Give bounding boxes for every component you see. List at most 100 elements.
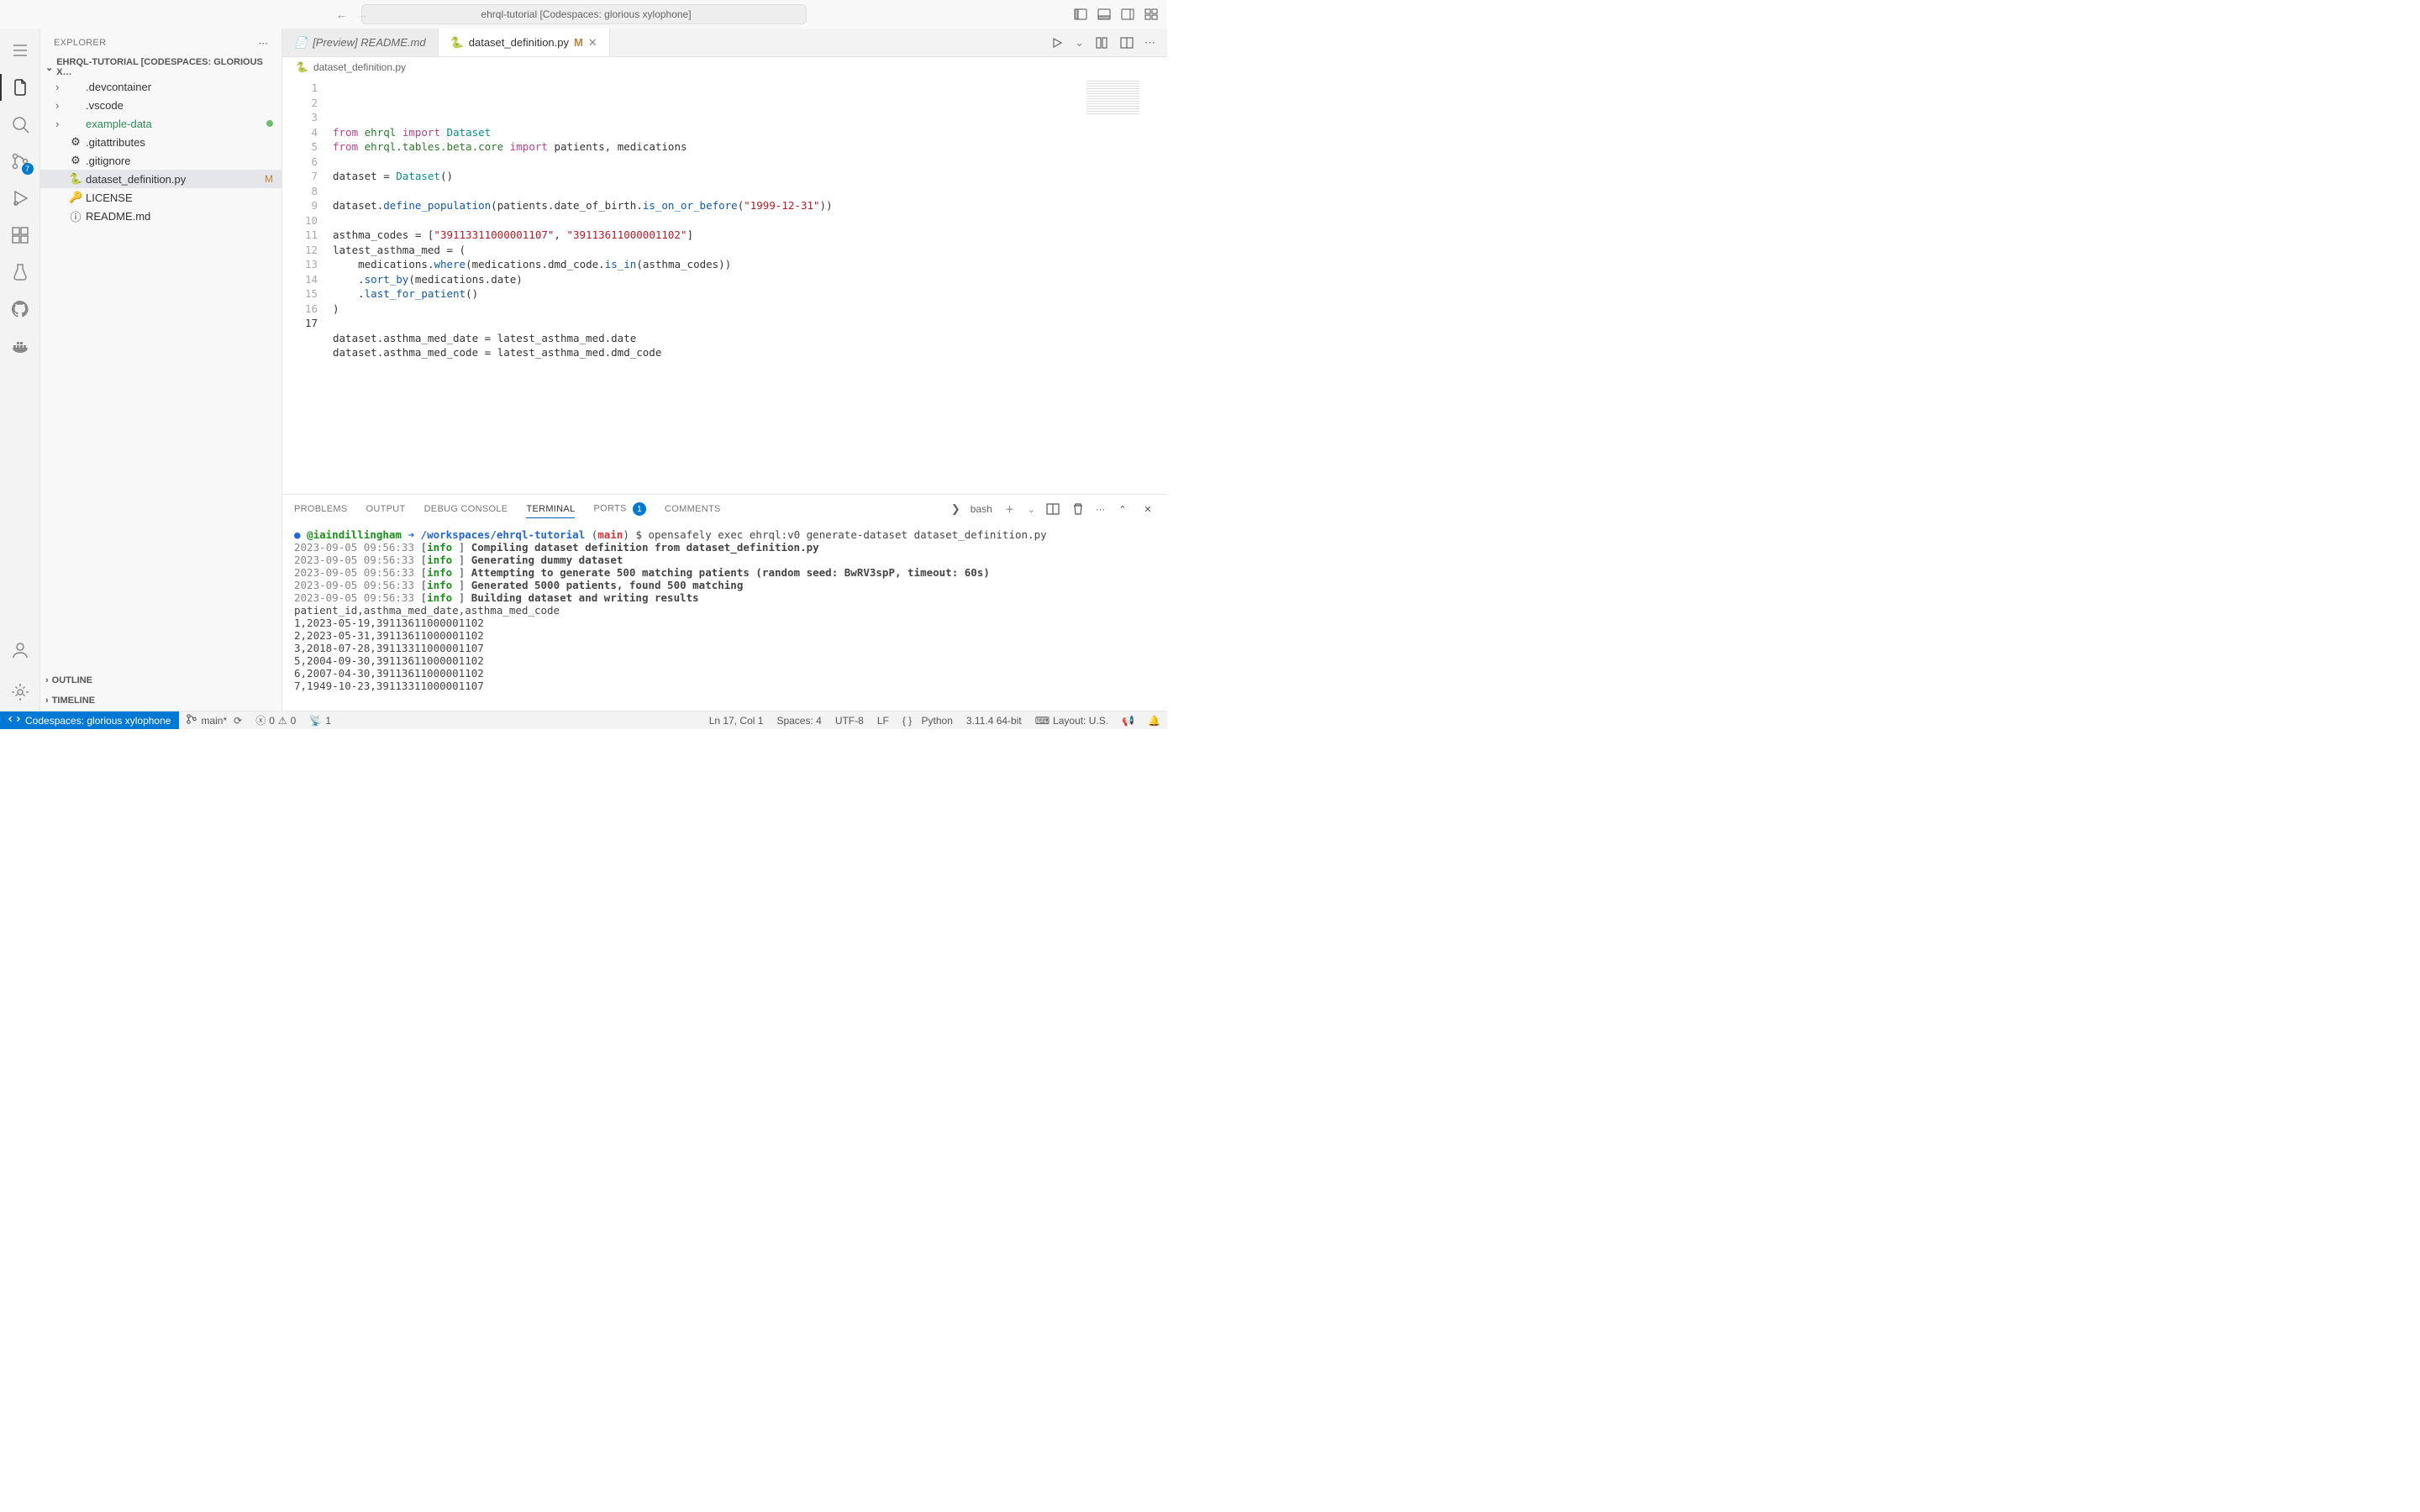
status-problems[interactable]: ⓧ 0 ⚠ 0 xyxy=(249,713,302,727)
status-spaces[interactable]: Spaces: 4 xyxy=(770,715,828,727)
bottom-panel: PROBLEMS OUTPUT DEBUG CONSOLE TERMINAL P… xyxy=(282,494,1167,711)
tree-item-example-data[interactable]: ›example-data xyxy=(40,114,281,133)
chevron-right-icon: › xyxy=(45,696,49,706)
warning-count: 0 xyxy=(291,715,297,727)
new-terminal-icon[interactable]: ＋ xyxy=(1002,501,1018,517)
status-feedback-icon[interactable]: 📢 xyxy=(1115,715,1141,727)
diff-icon[interactable] xyxy=(1094,35,1109,50)
panel-tab-terminal[interactable]: TERMINAL xyxy=(526,501,575,518)
file-name: .gitattributes xyxy=(86,136,281,149)
tree-item--devcontainer[interactable]: ›.devcontainer xyxy=(40,77,281,96)
run-button[interactable] xyxy=(1050,35,1065,50)
file-icon: ⚙ xyxy=(69,135,82,149)
python-file-icon: 🐍 xyxy=(296,61,308,73)
status-language[interactable]: { } Python xyxy=(896,715,960,727)
nav-arrows: ← → xyxy=(336,8,368,21)
file-icon: 🐍 xyxy=(69,172,82,186)
sidebar-header: EXPLORER ⋯ xyxy=(40,29,281,57)
tree-item--vscode[interactable]: ›.vscode xyxy=(40,96,281,114)
activity-scm[interactable]: 7 xyxy=(0,143,40,180)
layout-bottom-icon[interactable] xyxy=(1097,7,1112,22)
activity-docker[interactable] xyxy=(0,328,40,365)
nav-back-icon[interactable]: ← xyxy=(336,8,347,21)
panel-tabs: PROBLEMS OUTPUT DEBUG CONSOLE TERMINAL P… xyxy=(282,495,1167,523)
activity-extensions[interactable] xyxy=(0,217,40,254)
file-icon: ⚙ xyxy=(69,154,82,167)
statusbar: Codespaces: glorious xylophone main* ⟳ ⓧ… xyxy=(0,711,1167,729)
status-branch[interactable]: main* ⟳ xyxy=(179,713,249,727)
tab-file-icon: 🐍 xyxy=(450,36,464,50)
sidebar-more-icon[interactable]: ⋯ xyxy=(259,38,268,49)
chevron-right-icon: › xyxy=(45,675,49,685)
file-name: README.md xyxy=(86,210,281,223)
split-terminal-icon[interactable] xyxy=(1045,501,1060,517)
error-icon: ⓧ xyxy=(255,713,266,727)
activity-settings[interactable] xyxy=(0,674,40,711)
status-interpreter[interactable]: 3.11.4 64-bit xyxy=(960,715,1028,727)
breadcrumb-path: dataset_definition.py xyxy=(313,61,406,73)
code-editor[interactable]: 1234567891011121314151617 from ehrql imp… xyxy=(282,77,1167,494)
status-eol[interactable]: LF xyxy=(871,715,896,727)
shell-label[interactable]: bash xyxy=(971,503,992,515)
sync-icon[interactable]: ⟳ xyxy=(234,715,242,727)
panel-tab-problems[interactable]: PROBLEMS xyxy=(294,501,348,517)
split-editor-icon[interactable] xyxy=(1119,35,1134,50)
tree-item--gitattributes[interactable]: ⚙ .gitattributes xyxy=(40,133,281,151)
activity-github[interactable] xyxy=(0,291,40,328)
command-center[interactable]: ehrql-tutorial [Codespaces: glorious xyl… xyxy=(361,4,807,24)
nav-forward-icon[interactable]: → xyxy=(357,8,368,21)
status-layout[interactable]: ⌨ Layout: U.S. xyxy=(1028,715,1115,727)
timeline-label: TIMELINE xyxy=(52,696,95,706)
tree-item-readme-md[interactable]: ⓘREADME.md xyxy=(40,207,281,225)
minimap[interactable] xyxy=(1086,81,1162,114)
editor-tab[interactable]: 🐍dataset_definition.pyM✕ xyxy=(439,29,610,56)
panel-tab-debug[interactable]: DEBUG CONSOLE xyxy=(424,501,508,517)
status-encoding[interactable]: UTF-8 xyxy=(829,715,871,727)
scm-badge: 7 xyxy=(22,163,34,175)
tree-item-dataset-definition-py[interactable]: 🐍dataset_definition.pyM xyxy=(40,170,281,188)
layout-right-icon[interactable] xyxy=(1120,7,1135,22)
panel-tab-comments[interactable]: COMMENTS xyxy=(665,501,721,517)
explorer-section-title[interactable]: ⌄ EHRQL-TUTORIAL [CODESPACES: GLORIOUS X… xyxy=(40,57,281,77)
code-content[interactable]: from ehrql import Datasetfrom ehrql.tabl… xyxy=(329,77,1167,494)
close-panel-icon[interactable]: ✕ xyxy=(1140,501,1155,517)
titlebar: ← → ehrql-tutorial [Codespaces: glorious… xyxy=(0,0,1167,29)
layout-left-icon[interactable] xyxy=(1073,7,1088,22)
terminal-dropdown-icon[interactable]: ⌄ xyxy=(1028,504,1035,515)
outline-section[interactable]: › OUTLINE xyxy=(40,670,281,690)
timeline-section[interactable]: › TIMELINE xyxy=(40,690,281,711)
tab-actions: ⌄ ⋯ xyxy=(1050,29,1167,56)
customize-layout-icon[interactable] xyxy=(1144,7,1159,22)
status-ports[interactable]: 📡 1 xyxy=(302,715,338,727)
tab-close-icon[interactable]: ✕ xyxy=(588,36,597,50)
editor-tab[interactable]: 📄[Preview] README.md xyxy=(282,29,439,56)
chevron-right-icon: › xyxy=(55,99,66,112)
breadcrumb[interactable]: 🐍 dataset_definition.py xyxy=(282,57,1167,77)
panel-tab-output[interactable]: OUTPUT xyxy=(366,501,406,517)
panel-more-icon[interactable]: ⋯ xyxy=(1096,504,1105,515)
activity-explorer[interactable] xyxy=(0,69,40,106)
tab-more-icon[interactable]: ⋯ xyxy=(1144,36,1155,50)
activity-search[interactable] xyxy=(0,106,40,143)
branch-icon xyxy=(186,713,197,727)
status-position[interactable]: Ln 17, Col 1 xyxy=(702,715,771,727)
status-bell-icon[interactable]: 🔔 xyxy=(1141,715,1167,727)
activity-testing[interactable] xyxy=(0,254,40,291)
status-remote[interactable]: Codespaces: glorious xylophone xyxy=(0,711,179,729)
activity-run[interactable] xyxy=(0,180,40,217)
activity-menu[interactable] xyxy=(0,32,40,69)
file-name: example-data xyxy=(86,118,263,130)
tree-item--gitignore[interactable]: ⚙.gitignore xyxy=(40,151,281,170)
activity-accounts[interactable] xyxy=(0,632,40,669)
ports-count: 1 xyxy=(325,715,331,727)
line-numbers: 1234567891011121314151617 xyxy=(282,77,329,494)
main-area: 7 EXPLORER ⋯ ⌄ EHRQL-TUTORIAL [CODESPACE… xyxy=(0,29,1167,711)
maximize-panel-icon[interactable]: ⌃ xyxy=(1115,501,1130,517)
warning-icon: ⚠ xyxy=(278,715,287,727)
modified-dot xyxy=(266,120,273,127)
tree-item-license[interactable]: 🔑LICENSE xyxy=(40,188,281,207)
run-dropdown-icon[interactable]: ⌄ xyxy=(1075,36,1084,50)
panel-tab-ports[interactable]: PORTS 1 xyxy=(593,499,646,519)
kill-terminal-icon[interactable] xyxy=(1071,501,1086,517)
terminal-output[interactable]: ● @iaindillingham ➜ /workspaces/ehrql-tu… xyxy=(282,523,1167,711)
